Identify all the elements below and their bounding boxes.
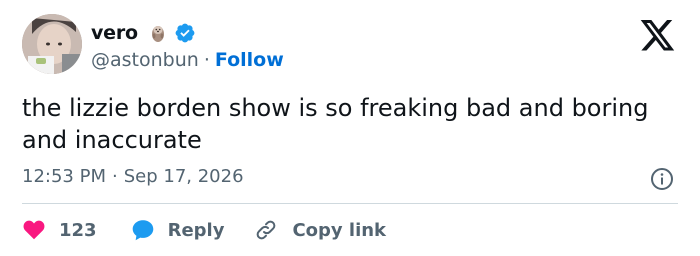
- verified-badge-icon: [174, 22, 196, 44]
- display-name[interactable]: vero: [91, 22, 138, 44]
- copy-link-button[interactable]: Copy link: [254, 218, 386, 242]
- tweet-time[interactable]: 12:53 PM: [22, 166, 106, 187]
- speech-bubble-icon: [130, 217, 156, 243]
- follow-button[interactable]: Follow: [215, 49, 284, 71]
- avatar[interactable]: [22, 14, 82, 74]
- avatar-photo: [22, 14, 82, 74]
- divider: [22, 203, 678, 204]
- info-icon[interactable]: [650, 167, 674, 191]
- reply-label: Reply: [167, 219, 225, 241]
- like-count: 123: [59, 219, 97, 241]
- user-handle[interactable]: @astonbun: [91, 49, 199, 71]
- heart-icon: [22, 218, 46, 242]
- timestamp[interactable]: 12:53 PM · Sep 17, 2026: [22, 166, 244, 187]
- handle-row: @astonbun · Follow: [91, 47, 284, 73]
- timestamp-separator: ·: [111, 166, 118, 187]
- user-info: vero @astonbun · Follow: [91, 20, 284, 73]
- tweet-card: vero @astonbun · Follow the lizzie borde…: [0, 0, 700, 256]
- tweet-date[interactable]: Sep 17, 2026: [124, 166, 244, 187]
- copy-link-label: Copy link: [292, 219, 387, 241]
- otter-emoji-icon: [146, 21, 170, 45]
- x-logo-icon[interactable]: [640, 20, 676, 52]
- tweet-text: the lizzie borden show is so freaking ba…: [22, 94, 649, 154]
- action-bar: 123 Reply Copy link: [22, 214, 386, 246]
- name-row: vero: [91, 20, 284, 46]
- link-icon: [254, 218, 278, 242]
- reply-button[interactable]: Reply: [130, 217, 225, 243]
- handle-separator: ·: [203, 49, 210, 71]
- like-button[interactable]: 123: [22, 218, 97, 242]
